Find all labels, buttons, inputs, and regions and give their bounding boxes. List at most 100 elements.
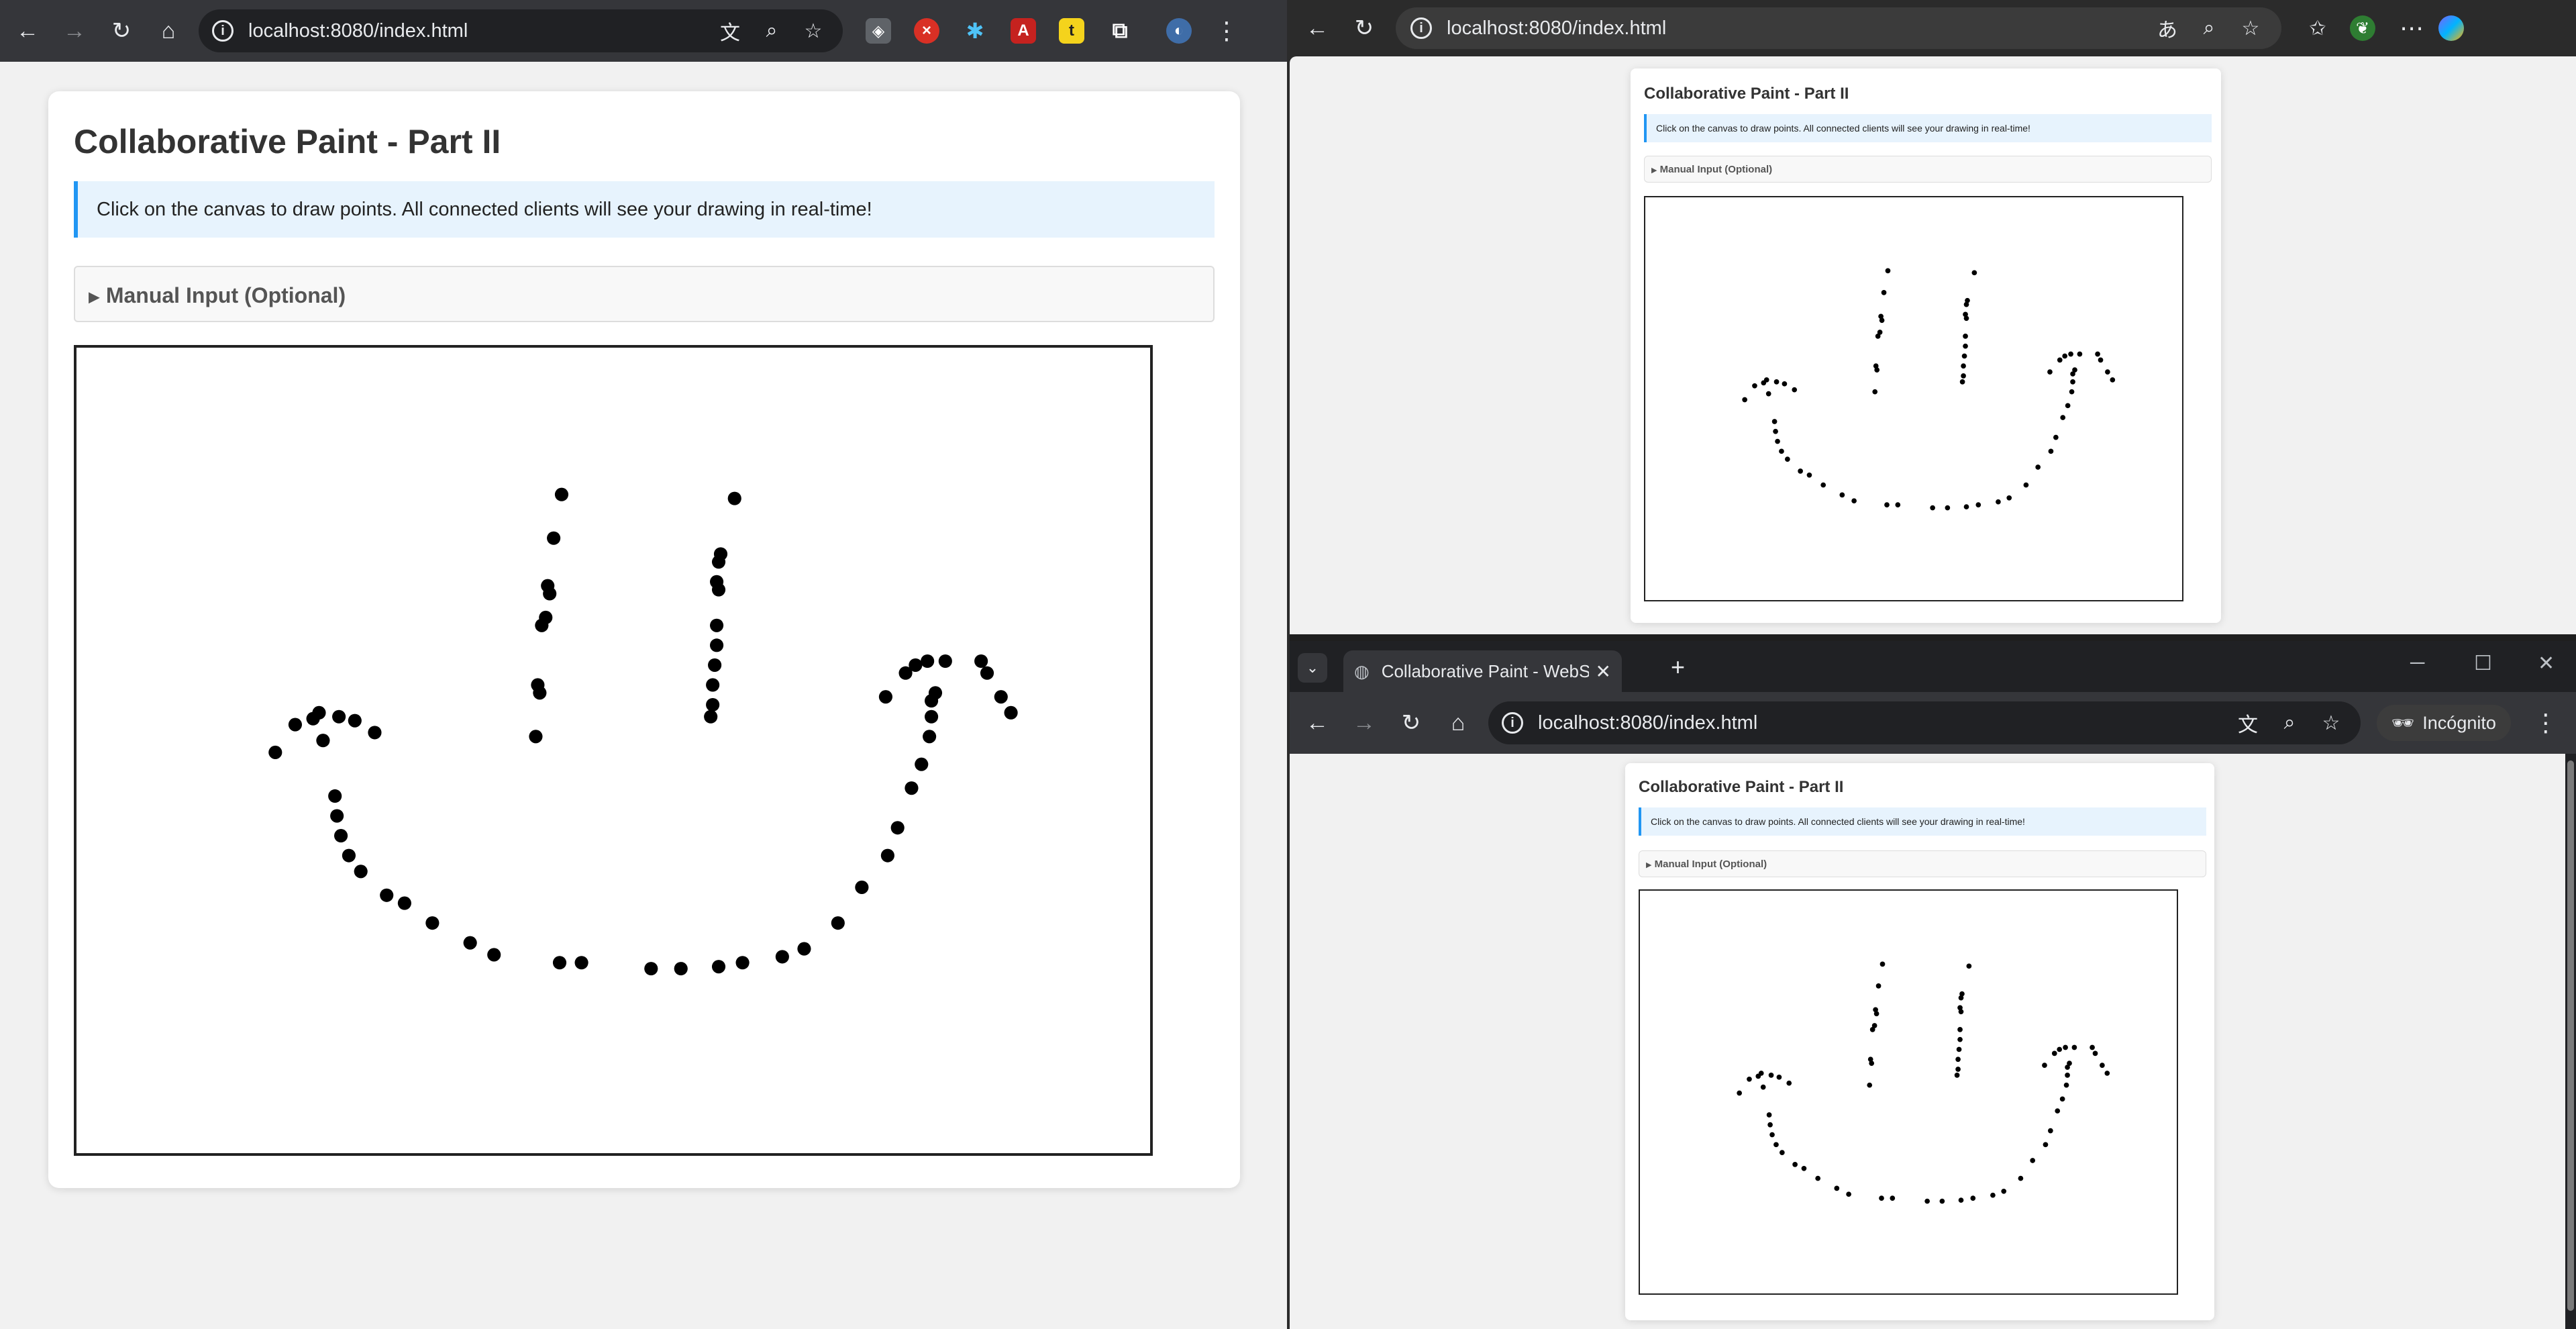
maximize-icon[interactable]: ☐ (2474, 652, 2492, 675)
drawn-point (711, 960, 726, 974)
translate-icon[interactable]: 文 (714, 15, 746, 47)
zoom-icon[interactable]: ⌕ (2273, 707, 2306, 739)
scrollbar-thumb[interactable] (2567, 760, 2574, 1311)
read-aloud-icon[interactable]: あ (2151, 12, 2183, 44)
menu-icon[interactable]: ⋮ (1215, 17, 1239, 45)
forward-icon[interactable]: → (1345, 703, 1384, 742)
profile-avatar[interactable]: ◐ (1166, 18, 1192, 44)
new-tab-icon[interactable]: + (1671, 653, 1685, 681)
drawn-point (463, 936, 477, 950)
tab-search-icon[interactable]: ⌄ (1298, 653, 1327, 683)
home-icon[interactable]: ⌂ (1439, 703, 1478, 742)
back-icon[interactable]: ← (1298, 703, 1337, 742)
manual-input-toggle[interactable]: ▶ Manual Input (Optional) (1639, 850, 2206, 877)
pdf-extension-icon[interactable]: A (1011, 18, 1036, 44)
drawing-canvas[interactable] (1644, 196, 2183, 601)
drawn-point (2090, 1044, 2095, 1050)
back-icon[interactable]: ← (1298, 9, 1337, 48)
menu-icon[interactable]: ⋮ (2534, 709, 2558, 737)
forward-icon[interactable]: → (55, 11, 94, 50)
extension-leaf-icon[interactable]: ❦ (2350, 15, 2375, 41)
drawn-point (994, 690, 1008, 704)
shield-extension-icon[interactable]: ◈ (866, 18, 891, 44)
drawn-point (2055, 1108, 2061, 1114)
url-text[interactable]: localhost:8080/index.html (1447, 17, 2142, 40)
drawn-point (1773, 428, 1778, 434)
text-extension-icon[interactable]: t (1059, 18, 1084, 44)
disclosure-triangle-icon: ▶ (1646, 861, 1652, 869)
drawing-canvas[interactable] (74, 345, 1153, 1156)
drawn-point (1765, 391, 1771, 397)
drawn-point (1879, 961, 1886, 967)
drawn-point (1776, 1074, 1782, 1080)
site-info-icon[interactable]: i (1410, 17, 1432, 39)
drawn-point (980, 666, 994, 680)
translate-icon[interactable]: 文 (2232, 707, 2264, 739)
reload-icon[interactable]: ↻ (1345, 9, 1384, 48)
copilot-icon[interactable] (2438, 15, 2464, 41)
drawn-point (644, 962, 658, 976)
zoom-icon[interactable]: ⌕ (756, 15, 788, 47)
drawn-point (1798, 469, 1803, 474)
drawn-point (2062, 353, 2068, 359)
menu-icon[interactable]: ⋯ (2400, 14, 2424, 42)
manual-input-toggle[interactable]: ▶ Manual Input (Optional) (1644, 156, 2212, 183)
drawn-point (554, 487, 569, 501)
drawn-point (2095, 351, 2100, 357)
drawn-point (397, 896, 411, 910)
drawn-point (1869, 1061, 1875, 1066)
address-bar[interactable]: i localhost:8080/index.html 文 ⌕ ☆ (1488, 701, 2361, 744)
reload-icon[interactable]: ↻ (1392, 703, 1431, 742)
drawn-point (2071, 1044, 2077, 1050)
incognito-badge[interactable]: 🕶 Incógnito (2377, 705, 2511, 741)
close-window-icon[interactable]: ✕ (2538, 652, 2555, 675)
app-card: Collaborative Paint - Part II Click on t… (1631, 68, 2221, 623)
drawn-point (1895, 502, 1901, 507)
drawn-point (1884, 502, 1890, 507)
url-text[interactable]: localhost:8080/index.html (1538, 712, 2222, 734)
snowflake-extension-icon[interactable]: ✱ (962, 18, 988, 44)
tab-title: Collaborative Paint - WebSocke (1381, 660, 1589, 681)
back-icon[interactable]: ← (8, 11, 47, 50)
favorite-star-icon[interactable]: ☆ (2234, 12, 2267, 44)
address-bar[interactable]: i localhost:8080/index.html 文 ⌕ ☆ (199, 9, 843, 52)
drawn-point (1767, 1122, 1773, 1128)
close-tab-icon[interactable]: ✕ (1596, 660, 1611, 683)
address-bar[interactable]: i localhost:8080/index.html あ ⌕ ☆ (1396, 7, 2281, 49)
drawn-point (2048, 1128, 2053, 1134)
drawn-point (2030, 1158, 2036, 1163)
extensions-puzzle-icon[interactable]: ⧉ (1107, 18, 1133, 44)
drawn-point (1806, 472, 1812, 478)
zoom-icon[interactable]: ⌕ (2193, 12, 2225, 44)
site-info-icon[interactable]: i (212, 20, 234, 42)
block-extension-icon[interactable]: × (914, 18, 939, 44)
home-icon[interactable]: ⌂ (149, 11, 188, 50)
page-scrollbar[interactable] (2565, 754, 2576, 1329)
drawn-point (316, 734, 330, 748)
drawn-point (1004, 705, 1018, 720)
drawing-points (1737, 961, 2110, 1204)
site-info-icon[interactable]: i (1502, 712, 1523, 734)
minimize-icon[interactable]: ─ (2410, 652, 2424, 675)
drawn-point (909, 658, 923, 672)
drawn-point (1963, 504, 1969, 509)
drawn-point (1820, 482, 1826, 488)
drawn-point (2098, 357, 2104, 363)
bookmark-star-icon[interactable]: ☆ (2315, 707, 2347, 739)
drawn-point (328, 789, 342, 803)
bookmark-star-icon[interactable]: ☆ (797, 15, 829, 47)
drawn-point (1930, 505, 1935, 511)
drawing-canvas[interactable] (1639, 889, 2178, 1295)
drawn-point (529, 730, 543, 744)
url-text[interactable]: localhost:8080/index.html (248, 20, 705, 42)
drawn-point (1785, 456, 1790, 462)
manual-input-toggle[interactable]: ▶ Manual Input (Optional) (74, 266, 1215, 322)
tab-active[interactable]: ◍ Collaborative Paint - WebSocke ✕ (1343, 650, 1622, 692)
favorites-icon[interactable]: ✩ (2302, 12, 2334, 44)
drawn-point (1851, 498, 1857, 504)
drawn-point (710, 618, 724, 632)
manual-input-label: Manual Input (Optional) (105, 283, 346, 307)
reload-icon[interactable]: ↻ (102, 11, 141, 50)
drawn-point (928, 686, 943, 700)
drawn-point (735, 956, 750, 970)
